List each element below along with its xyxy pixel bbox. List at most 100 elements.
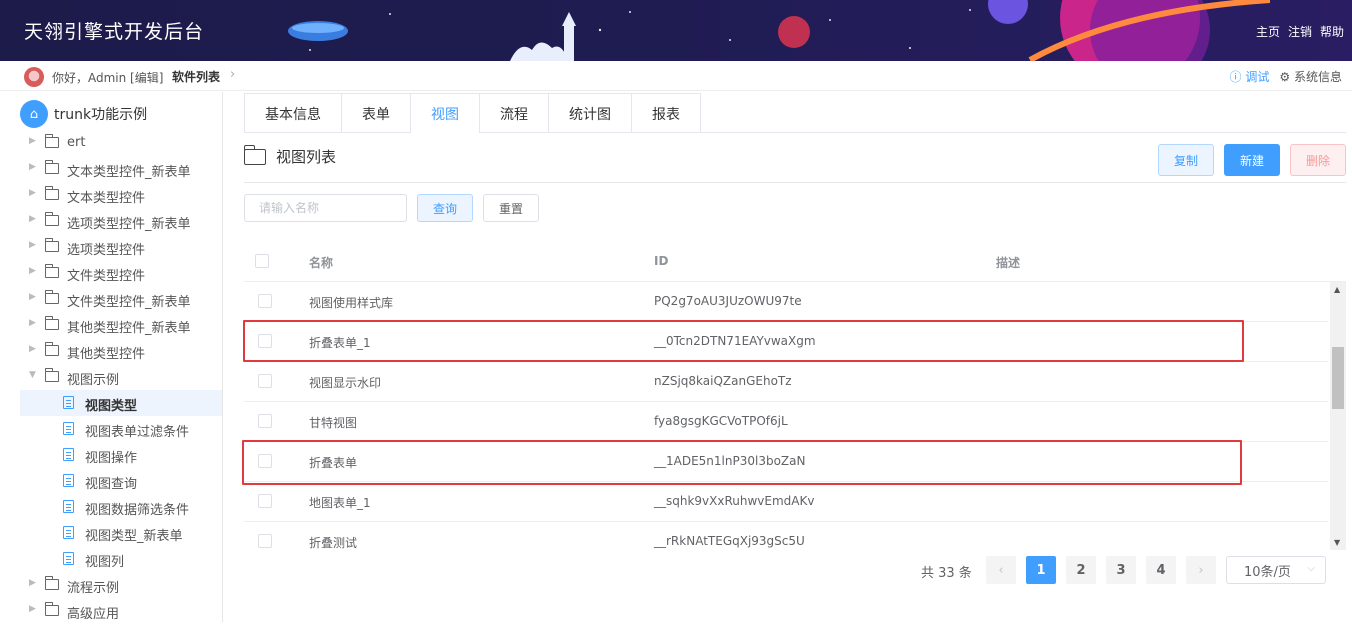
- tab-1[interactable]: 表单: [342, 94, 411, 133]
- caret-right-icon[interactable]: ▶: [29, 266, 36, 276]
- sidebar-item-label: 视图数据筛选条件: [85, 503, 190, 518]
- sidebar-item[interactable]: ▼ 视图示例: [0, 364, 222, 390]
- table-row[interactable]: 地图表单_1 __sqhk9vXxRuhwvEmdAKv: [244, 482, 1328, 522]
- table-row[interactable]: 视图使用样式库 PQ2g7oAU3JUzOWU97te: [244, 282, 1328, 322]
- caret-right-icon[interactable]: ▶: [29, 292, 36, 302]
- tab-4[interactable]: 统计图: [549, 94, 632, 133]
- active-tab-gap: [411, 132, 479, 133]
- sidebar-item[interactable]: ▶ 其他类型控件_新表单: [0, 312, 222, 338]
- sidebar-item-label: 其他类型控件_新表单: [67, 321, 191, 336]
- row-checkbox[interactable]: [258, 534, 272, 548]
- document-icon: [63, 422, 74, 435]
- cell-id: PQ2g7oAU3JUzOWU97te: [654, 294, 802, 308]
- copy-button[interactable]: 复制: [1158, 144, 1214, 176]
- row-checkbox[interactable]: [258, 294, 272, 308]
- sidebar-item[interactable]: ▶ 其他类型控件: [0, 338, 222, 364]
- sidebar-item[interactable]: ▶ 文件类型控件: [0, 260, 222, 286]
- table-row[interactable]: 甘特视图 fya8gsgKGCVoTPOf6jL: [244, 402, 1328, 442]
- sidebar-item[interactable]: ▶ 文本类型控件_新表单: [0, 156, 222, 182]
- cell-id: __sqhk9vXxRuhwvEmdAKv: [654, 494, 815, 508]
- system-info-link[interactable]: ⚙ 系统信息: [1279, 68, 1342, 85]
- breadcrumb-actions: ⓘ 调试 ⚙ 系统信息: [1230, 68, 1342, 85]
- scroll-down-icon[interactable]: ▼: [1334, 538, 1340, 547]
- caret-right-icon[interactable]: ▶: [29, 136, 36, 146]
- cell-name[interactable]: 折叠测试: [309, 534, 357, 550]
- sidebar-item-label: 选项类型控件: [67, 243, 146, 258]
- tree-root[interactable]: ⌂ trunk功能示例: [20, 100, 147, 128]
- caret-right-icon[interactable]: ▶: [29, 162, 36, 172]
- section-header: 视图列表: [243, 144, 336, 167]
- query-button[interactable]: 查询: [417, 194, 473, 222]
- caret-right-icon[interactable]: ▶: [29, 318, 36, 328]
- caret-down-icon[interactable]: ▼: [29, 370, 36, 380]
- folder-icon: [45, 576, 59, 590]
- logout-link[interactable]: 注销: [1288, 23, 1312, 40]
- debug-link[interactable]: ⓘ 调试: [1230, 68, 1270, 85]
- home-link[interactable]: 主页: [1256, 23, 1280, 40]
- sidebar-item[interactable]: ▶ 流程示例: [0, 572, 222, 598]
- page-button[interactable]: 4: [1146, 556, 1176, 584]
- sidebar-item[interactable]: 视图操作: [0, 442, 222, 468]
- reset-button[interactable]: 重置: [483, 194, 539, 222]
- tab-5[interactable]: 报表: [632, 94, 700, 133]
- cell-name[interactable]: 甘特视图: [309, 414, 357, 431]
- page-button[interactable]: 3: [1106, 556, 1136, 584]
- sidebar-item[interactable]: 视图表单过滤条件: [0, 416, 222, 442]
- tree-list: ▶ ert ▶ 文本类型控件_新表单 ▶ 文本类型控件 ▶ 选项类型控件_新表单 ▶ 选项类型控件…: [0, 130, 222, 624]
- page-size-value: 10条/页: [1244, 564, 1291, 580]
- sidebar-item[interactable]: 视图查询: [0, 468, 222, 494]
- sidebar-item[interactable]: ▶ 文本类型控件: [0, 182, 222, 208]
- folder-icon: [45, 290, 59, 304]
- next-page-button[interactable]: ›: [1186, 556, 1216, 584]
- select-all-checkbox[interactable]: [255, 254, 269, 268]
- search-input[interactable]: [244, 194, 407, 222]
- document-icon: [63, 448, 74, 461]
- scrollbar-thumb[interactable]: [1332, 347, 1344, 409]
- help-link[interactable]: 帮助: [1320, 23, 1344, 40]
- delete-button[interactable]: 删除: [1290, 144, 1346, 176]
- sidebar-item[interactable]: 视图类型_新表单: [0, 520, 222, 546]
- sidebar-item[interactable]: 视图列: [0, 546, 222, 572]
- sidebar-item-label: 视图类型_新表单: [85, 529, 183, 544]
- chevron-down-icon: ⌵: [1307, 563, 1315, 574]
- prev-page-button[interactable]: ‹: [986, 556, 1016, 584]
- cell-name[interactable]: 视图使用样式库: [309, 294, 393, 311]
- highlight-box: [242, 440, 1242, 485]
- sidebar-item-label: 文本类型控件_新表单: [67, 165, 191, 180]
- sidebar-item[interactable]: ▶ 文件类型控件_新表单: [0, 286, 222, 312]
- sidebar-item[interactable]: ▶ 高级应用: [0, 598, 222, 624]
- highlight-box: [243, 320, 1244, 362]
- caret-right-icon[interactable]: ▶: [29, 188, 36, 198]
- sidebar-item[interactable]: 视图数据筛选条件: [0, 494, 222, 520]
- tab-0[interactable]: 基本信息: [245, 94, 342, 133]
- page-button[interactable]: 2: [1066, 556, 1096, 584]
- caret-right-icon[interactable]: ▶: [29, 240, 36, 250]
- table-scrollbar[interactable]: ▲ ▼: [1330, 282, 1346, 550]
- breadcrumb-current[interactable]: 软件列表: [172, 68, 220, 85]
- row-checkbox[interactable]: [258, 374, 272, 388]
- info-icon: ⓘ: [1229, 70, 1242, 84]
- cell-name[interactable]: 视图显示水印: [309, 374, 381, 391]
- sidebar-item[interactable]: ▶ ert: [0, 130, 222, 156]
- new-button[interactable]: 新建: [1224, 144, 1280, 176]
- sidebar-item[interactable]: ▶ 选项类型控件: [0, 234, 222, 260]
- scroll-up-icon[interactable]: ▲: [1334, 285, 1340, 294]
- table-row[interactable]: 视图显示水印 nZSjq8kaiQZanGEhoTz: [244, 362, 1328, 402]
- caret-right-icon[interactable]: ▶: [29, 604, 36, 614]
- caret-right-icon[interactable]: ▶: [29, 344, 36, 354]
- caret-right-icon[interactable]: ▶: [29, 578, 36, 588]
- cell-name[interactable]: 地图表单_1: [309, 494, 371, 511]
- user-greeting[interactable]: 你好，Admin [编辑]: [52, 69, 163, 86]
- sidebar-item[interactable]: 视图类型: [20, 390, 222, 416]
- caret-right-icon[interactable]: ▶: [29, 214, 36, 224]
- table-row[interactable]: 折叠测试 __rRkNAtTEGqXj93gSc5U: [244, 522, 1328, 550]
- page-button[interactable]: 1: [1026, 556, 1056, 584]
- row-checkbox[interactable]: [258, 414, 272, 428]
- tab-3[interactable]: 流程: [480, 94, 549, 133]
- tab-2[interactable]: 视图: [411, 94, 480, 133]
- row-checkbox[interactable]: [258, 494, 272, 508]
- sidebar-item-label: 视图列: [85, 555, 125, 570]
- page-size-select[interactable]: 10条/页 ⌵: [1226, 556, 1326, 584]
- sidebar-item[interactable]: ▶ 选项类型控件_新表单: [0, 208, 222, 234]
- pagination-total: 共 33 条: [921, 566, 972, 581]
